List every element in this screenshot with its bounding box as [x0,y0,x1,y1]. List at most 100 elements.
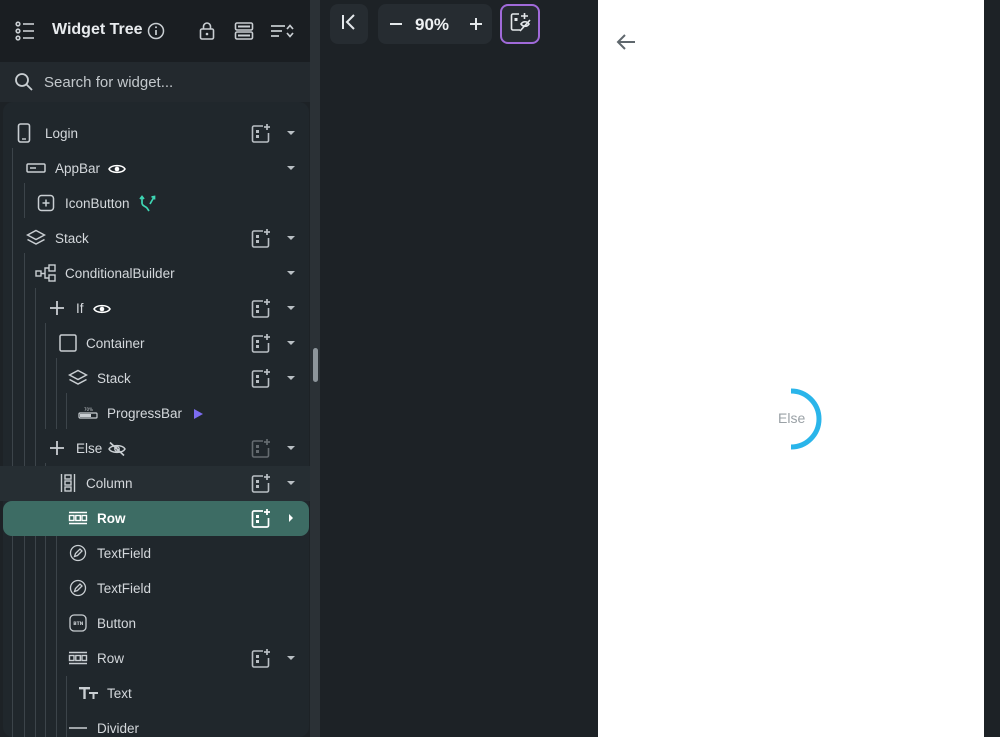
tree-node-conditionalbuilder[interactable]: ConditionalBuilder [0,256,310,291]
tree-node-row-selected[interactable]: Row [0,501,310,536]
zoom-control: 90% [378,4,492,44]
tree-node-stack[interactable]: Stack [0,361,310,396]
node-label: Row [97,651,125,666]
tree-node-if[interactable]: If [0,291,310,326]
node-label: Row [97,511,126,526]
column-icon [57,472,79,494]
node-label: If [76,301,84,316]
toggle-widget-highlight-button[interactable] [500,4,540,44]
add-widget-icon[interactable] [249,507,273,531]
chevron-right-icon[interactable] [284,511,298,525]
eye-off-icon[interactable] [107,439,127,459]
search-input[interactable] [44,71,294,93]
add-widget-icon[interactable] [249,437,273,461]
sort-options-icon[interactable] [270,19,294,43]
widget-tree-panel: Widget Tree Search for widget... Login A… [0,0,310,737]
edit-icon [67,577,89,599]
splitter-handle[interactable] [313,348,318,382]
chevron-down-icon[interactable] [284,161,298,175]
tree-node-column[interactable]: Column [0,466,310,501]
play-icon[interactable] [188,404,208,424]
node-label: TextField [97,546,152,561]
add-widget-icon[interactable] [249,122,273,146]
tree-node-text[interactable]: Text [0,676,310,711]
phone-icon [13,122,35,144]
node-label: IconButton [65,196,130,211]
search-icon [14,72,34,92]
zoom-out-button[interactable] [386,14,406,34]
search-bar [0,62,310,102]
tree-node-appbar[interactable]: AppBar [0,151,310,186]
chevron-down-icon[interactable] [284,126,298,140]
add-widget-icon[interactable] [249,647,273,671]
svg-text:70%: 70% [84,407,93,412]
zoom-level: 90% [415,15,450,34]
node-label: Login [45,126,79,141]
plus-icon [46,297,68,319]
text-icon [78,682,100,704]
layers-icon [25,227,47,249]
node-label: ProgressBar [107,406,183,421]
eye-icon[interactable] [92,299,112,319]
divider-icon [67,717,89,737]
node-label: Text [107,686,132,701]
tree-node-textfield[interactable]: TextField [0,571,310,606]
info-icon[interactable] [144,19,168,43]
arrow-back-icon[interactable] [614,30,638,54]
tree-node-button[interactable]: BTN Button [0,606,310,641]
collapse-left-icon [339,12,359,37]
branch-icon[interactable] [138,194,158,214]
add-widget-icon[interactable] [249,297,273,321]
storage-icon[interactable] [232,19,256,43]
tree-node-stack[interactable]: Stack [0,221,310,256]
node-label: Container [86,336,145,351]
eye-icon[interactable] [107,159,127,179]
node-label: Stack [55,231,89,246]
chevron-down-icon[interactable] [284,441,298,455]
tree-node-container[interactable]: Container [0,326,310,361]
chevron-down-icon[interactable] [284,266,298,280]
progressbar-icon: 70% [77,402,99,424]
else-label: Else [778,410,806,426]
canvas-right-margin [984,0,1000,737]
tree-node-row[interactable]: Row [0,641,310,676]
tree-node-progressbar[interactable]: 70% ProgressBar [0,396,310,431]
add-box-icon [35,192,57,214]
tree-node-iconbutton[interactable]: IconButton [0,186,310,221]
node-label: ConditionalBuilder [65,266,175,281]
device-preview [598,0,984,737]
chevron-down-icon[interactable] [284,476,298,490]
lock-icon[interactable] [195,19,219,43]
add-widget-icon[interactable] [249,472,273,496]
chevron-down-icon[interactable] [284,301,298,315]
plus-icon [46,437,68,459]
appbar-icon [25,157,47,179]
widget-tree: Login AppBar IconButton Stack Conditiona… [0,102,310,737]
chevron-down-icon[interactable] [284,231,298,245]
add-widget-icon[interactable] [249,367,273,391]
tree-node-else[interactable]: Else [0,431,310,466]
add-widget-icon[interactable] [249,332,273,356]
tree-node-divider[interactable]: Divider [0,711,310,737]
chevron-down-icon[interactable] [284,336,298,350]
conditional-icon [35,262,57,284]
node-label: Column [86,476,133,491]
collapse-panel-button[interactable] [330,4,368,44]
layers-icon [67,367,89,389]
tree-node-textfield[interactable]: TextField [0,536,310,571]
panel-title: Widget Tree [52,21,143,38]
edit-icon [67,542,89,564]
node-label: Else [76,441,103,456]
tree-node-login[interactable]: Login [0,116,310,151]
node-label: TextField [97,581,152,596]
tree-list-icon[interactable] [13,19,37,43]
chevron-down-icon[interactable] [284,651,298,665]
square-icon [57,332,79,354]
panel-header: Widget Tree [0,0,310,62]
zoom-in-button[interactable] [466,14,486,34]
svg-text:BTN: BTN [73,621,83,627]
add-widget-icon[interactable] [249,227,273,251]
node-label: Divider [97,721,140,736]
chevron-down-icon[interactable] [284,371,298,385]
row-icon [67,647,89,669]
